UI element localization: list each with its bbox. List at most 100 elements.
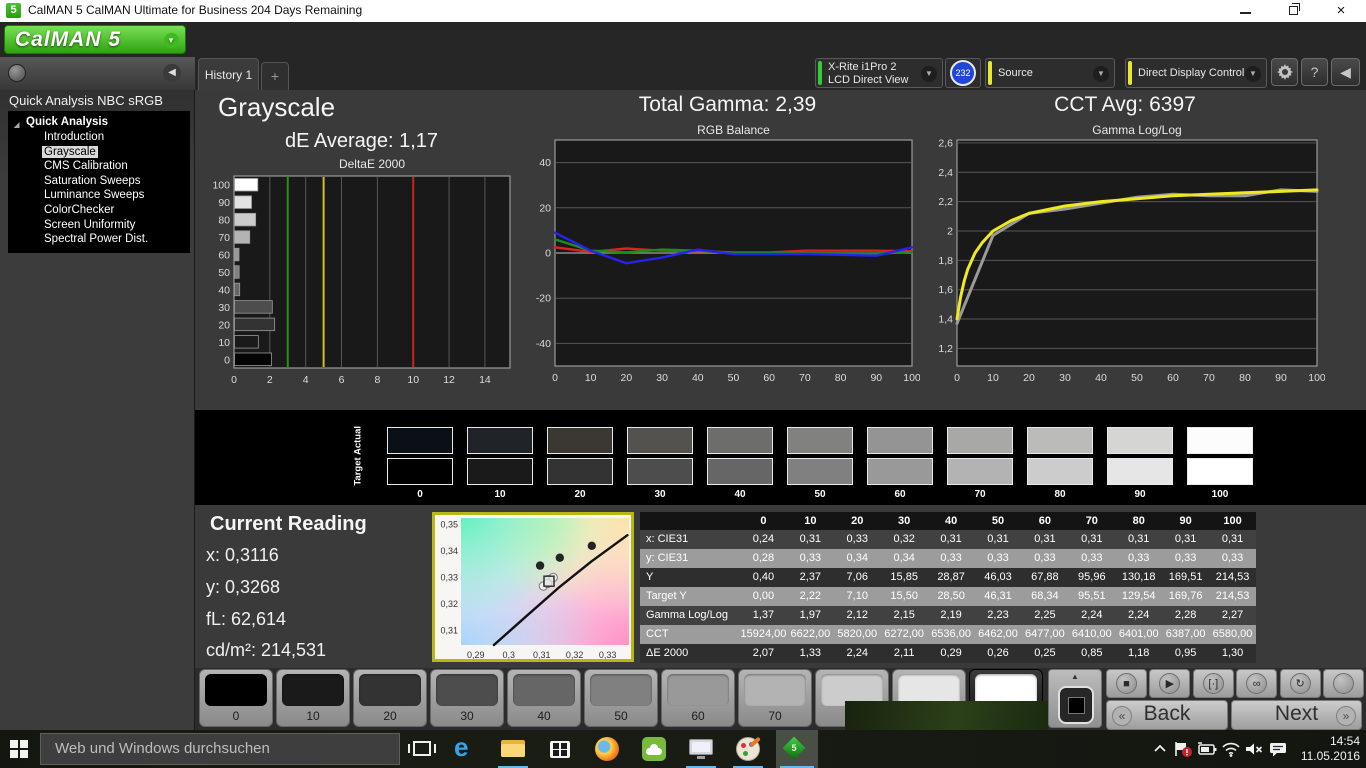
window-pattern-button[interactable] <box>1058 686 1094 724</box>
svg-text:60: 60 <box>763 372 775 384</box>
display-control-dropdown[interactable]: Direct Display Control ▼ <box>1125 58 1267 88</box>
stimulus-button-20[interactable]: 20 <box>353 669 427 727</box>
stimulus-button-0[interactable]: 0 <box>199 669 273 727</box>
table-cell: 0,32 <box>893 533 915 545</box>
sidebar-item-luminance-sweeps[interactable]: Luminance Sweeps <box>8 188 190 203</box>
blank-button[interactable] <box>1323 669 1364 698</box>
stimulus-button-60[interactable]: 60 <box>661 669 735 727</box>
titlebar: 5 CalMAN 5 CalMAN Ultimate for Business … <box>0 0 1366 22</box>
tray-volume-muted[interactable] <box>1243 740 1263 758</box>
flag-icon <box>1175 742 1192 757</box>
svg-text:50: 50 <box>218 267 230 279</box>
meter-count-badge[interactable]: 232 <box>950 60 976 86</box>
speaker-mute-icon <box>1246 743 1263 755</box>
stimulus-swatch <box>590 674 652 706</box>
tab-history-1[interactable]: History 1 <box>198 58 259 90</box>
collapse-up-icon[interactable]: ▲ <box>1049 670 1101 683</box>
taskbar-edge[interactable]: e <box>447 730 485 768</box>
actual-swatch-50 <box>787 427 853 454</box>
continuous-measure-button[interactable]: ∞ <box>1236 669 1278 698</box>
help-button[interactable]: ? <box>1301 58 1328 86</box>
sidebar-item-colorchecker[interactable]: ColorChecker <box>8 203 190 218</box>
stimulus-label: 0 <box>232 709 240 723</box>
back-button[interactable]: « Back <box>1106 700 1228 730</box>
taskbar-explorer[interactable] <box>494 730 532 768</box>
svg-text:1,4: 1,4 <box>938 314 953 326</box>
sidebar-item-grayscale[interactable]: Grayscale <box>8 145 190 160</box>
sidebar-item-spectral-power-dist[interactable]: Spectral Power Dist. <box>8 232 190 247</box>
stimulus-button-40[interactable]: 40 <box>507 669 581 727</box>
stimulus-swatch <box>282 674 344 706</box>
stimulus-button-50[interactable]: 50 <box>584 669 658 727</box>
workflow-options-icon[interactable] <box>8 64 26 82</box>
stop-button[interactable]: ■ <box>1106 669 1147 698</box>
minimize-button[interactable] <box>1228 0 1262 22</box>
chevron-down-icon[interactable]: ▼ <box>1093 66 1109 82</box>
gamma-chart: Gamma Log/Log 1,2 1,4 1,6 1,8 2 2,2 2,4 2,6 0 10 20… <box>923 122 1326 399</box>
table-cell: 1,33 <box>799 647 822 659</box>
target-swatch-20 <box>547 458 613 485</box>
meter-dropdown[interactable]: X-Rite i1Pro 2 LCD Direct View ▼ <box>815 58 943 88</box>
tray-battery[interactable] <box>1196 740 1217 758</box>
taskbar-calman-active[interactable]: 5 <box>776 730 818 768</box>
stimulus-button-10[interactable]: 10 <box>276 669 350 727</box>
start-button[interactable] <box>10 740 28 758</box>
tree-root[interactable]: ◢ Quick Analysis <box>8 115 190 130</box>
sidebar-item-saturation-sweeps[interactable]: Saturation Sweeps <box>8 174 190 189</box>
tray-expand-button[interactable] <box>1150 740 1170 758</box>
next-button[interactable]: Next » <box>1231 700 1362 730</box>
settings-button[interactable] <box>1271 58 1298 86</box>
sidebar-item-cms-calibration[interactable]: CMS Calibration <box>8 159 190 174</box>
sidebar-item-screen-uniformity[interactable]: Screen Uniformity <box>8 218 190 233</box>
taskbar-search-input[interactable]: Web und Windows durchsuchen <box>40 733 400 765</box>
measure-window-button[interactable]: [·] <box>1192 669 1234 698</box>
close-button[interactable]: × <box>1324 0 1358 22</box>
add-tab-button[interactable]: + <box>261 62 289 90</box>
sidebar-item-introduction[interactable]: Introduction <box>8 130 190 145</box>
table-cell: 15,50 <box>890 590 918 602</box>
task-view-button[interactable] <box>403 730 441 768</box>
table-cell: 1,18 <box>1128 647 1150 659</box>
monitor-icon <box>689 739 713 755</box>
svg-text:20: 20 <box>1023 372 1035 384</box>
sidebar-collapse-icon[interactable]: ◀ <box>163 64 181 82</box>
tray-notifications[interactable] <box>1267 740 1287 758</box>
taskbar-clock[interactable]: 14:54 11.05.2016 <box>1294 734 1360 764</box>
chevron-down-icon[interactable]: ▼ <box>1245 66 1261 82</box>
svg-text:-20: -20 <box>536 293 551 305</box>
target-swatch-50 <box>787 458 853 485</box>
loop-button[interactable]: ↻ <box>1279 669 1321 698</box>
svg-text:30: 30 <box>656 372 668 384</box>
table-column-header: 100 <box>1223 515 1242 527</box>
tray-action-center[interactable] <box>1172 740 1192 758</box>
taskbar-paint[interactable] <box>729 730 767 768</box>
taskbar-store[interactable] <box>541 730 579 768</box>
source-dropdown[interactable]: Source ▼ <box>985 58 1115 88</box>
svg-text:60: 60 <box>218 250 230 262</box>
stimulus-swatch <box>513 674 575 706</box>
svg-text:2: 2 <box>947 225 953 237</box>
chevron-down-icon[interactable]: ▼ <box>921 66 937 82</box>
svg-text:12: 12 <box>443 374 455 386</box>
toolbar-collapse-button[interactable]: ◀ <box>1331 58 1360 86</box>
calman-logo[interactable]: CalMAN 5 ▼ <box>4 25 186 54</box>
logo-dropdown-icon[interactable]: ▼ <box>164 33 179 48</box>
taskbar-monitor-app[interactable] <box>682 730 720 768</box>
cloud-icon <box>642 737 666 761</box>
stimulus-button-30[interactable]: 30 <box>430 669 504 727</box>
restore-button[interactable] <box>1276 0 1310 22</box>
table-cell: 2,22 <box>799 590 822 602</box>
stimulus-button-70[interactable]: 70 <box>738 669 812 727</box>
table-cell: 0,33 <box>846 533 868 545</box>
tray-wifi[interactable] <box>1220 740 1240 758</box>
taskbar-firefox[interactable] <box>588 730 626 768</box>
stimulus-label: 40 <box>537 709 551 723</box>
play-button[interactable]: ▶ <box>1149 669 1191 698</box>
rgb-balance-chart: RGB Balance -40 -20 0 20 40 0 10 20 30 40 50 60 70 80 9… <box>533 122 921 399</box>
taskbar-cloud-app[interactable] <box>635 730 673 768</box>
table-cell: 2,28 <box>1174 609 1197 621</box>
table-row: ΔE 2000 2,07 1,33 2,24 2,11 0,29 0,26 0,25 0,85 1… <box>640 644 1256 663</box>
table-cell: 0,33 <box>1174 552 1197 564</box>
table-cell: 2,12 <box>846 609 868 621</box>
actual-swatch-10 <box>467 427 533 454</box>
